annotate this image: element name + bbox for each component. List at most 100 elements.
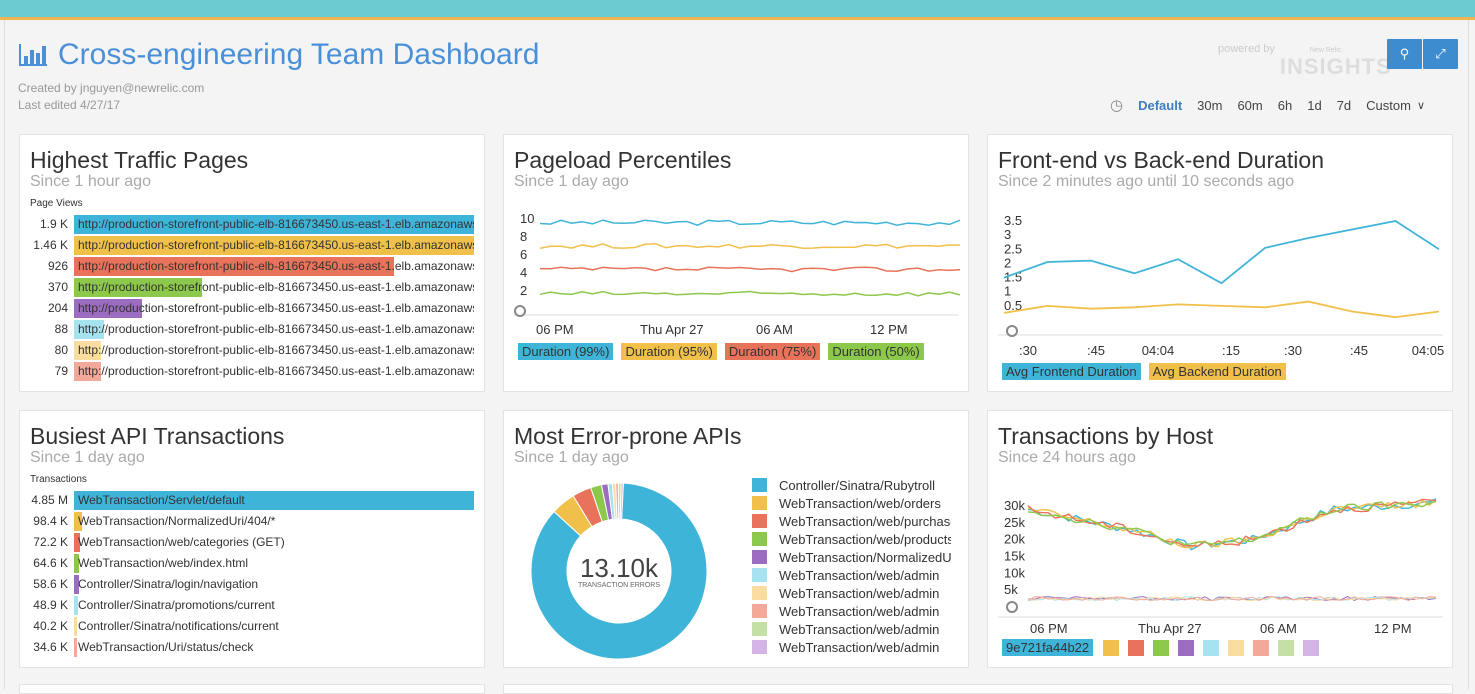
time-option-default[interactable]: Default <box>1138 98 1182 113</box>
time-option-1d[interactable]: 1d <box>1307 98 1321 113</box>
time-option-7d[interactable]: 7d <box>1337 98 1351 113</box>
legend-swatch <box>752 532 767 546</box>
row-value: 1.46 K <box>33 238 68 252</box>
time-option-custom[interactable]: Custom <box>1366 98 1411 113</box>
last-edited: Last edited 4/27/17 <box>18 98 121 112</box>
legend-swatch[interactable] <box>1203 639 1220 656</box>
row-label: WebTransaction/Servlet/default <box>78 493 245 507</box>
row-value: 370 <box>47 280 68 294</box>
y-tick-label: 15k <box>1004 549 1025 564</box>
panel-subtitle: Since 1 day ago <box>514 173 629 190</box>
legend-swatch[interactable] <box>1228 639 1245 656</box>
x-tick-label: 04:04 <box>1142 343 1175 358</box>
fullscreen-button[interactable]: ⤢ <box>1423 39 1458 69</box>
y-tick-label: 3.5 <box>1004 213 1022 228</box>
legend-swatch <box>752 604 767 618</box>
row-bar <box>74 617 78 636</box>
legend-item[interactable]: WebTransaction/web/admin <box>752 566 951 584</box>
legend-item[interactable]: Duration (50%) <box>828 343 924 360</box>
y-tick-label: 25k <box>1004 515 1025 530</box>
row-label: http://production-storefront-public-elb-… <box>78 301 474 315</box>
time-option-60m[interactable]: 60m <box>1237 98 1262 113</box>
transactions-host-chart: 30k 25k 20k 15k10k 5k 06 PM Thu Apr 27 06 AM 12 … <box>998 498 1443 636</box>
panel-subtitle: Since 2 minutes ago until 10 seconds ago <box>998 173 1295 190</box>
legend-item[interactable]: WebTransaction/web/admin <box>752 602 951 620</box>
legend-item[interactable]: Controller/Sinatra/Rubytroll <box>752 476 951 494</box>
row-value: 1.9 K <box>39 217 68 231</box>
legend-item[interactable]: WebTransaction/web/purchase <box>752 512 951 530</box>
panel-subtitle: Since 1 hour ago <box>30 173 151 190</box>
legend-item[interactable]: 9e721fa44b22 <box>1002 639 1094 656</box>
legend-item[interactable]: WebTransaction/web/orders <box>752 494 951 512</box>
donut-total: 13.10k <box>580 553 659 583</box>
legend-swatch[interactable] <box>1153 639 1170 656</box>
legend-item[interactable]: WebTransaction/web/products <box>752 530 951 548</box>
legend-swatch <box>752 514 767 528</box>
panel-title: Pageload Percentiles <box>514 147 732 173</box>
y-tick-label: 4 <box>520 265 527 280</box>
y-tick-label: 6 <box>520 247 527 262</box>
series-line <box>539 243 961 249</box>
legend-item[interactable]: Duration (95%) <box>621 343 717 360</box>
legend-swatch[interactable] <box>1128 639 1145 656</box>
panel-error-prone: Most Error-prone APIs Since 1 day ago 13… <box>503 410 969 668</box>
row-label: http://production-storefront-public-elb-… <box>78 343 474 357</box>
host-series-line <box>1027 498 1437 547</box>
row-label: WebTransaction/Uri/status/check <box>78 640 254 654</box>
y-tick-label: 1 <box>1004 284 1011 299</box>
legend-label: WebTransaction/web/products <box>779 531 951 547</box>
panel-title: Transactions by Host <box>998 423 1214 449</box>
backend-line <box>1003 300 1440 319</box>
powered-by-text: powered by <box>1218 43 1275 55</box>
chevron-down-icon[interactable]: ∨ <box>1417 99 1425 112</box>
x-tick-label: Thu Apr 27 <box>1138 621 1202 636</box>
x-tick-label: 06 PM <box>536 322 574 337</box>
row-value: 64.6 K <box>33 556 68 570</box>
legend-swatch[interactable] <box>1303 639 1320 656</box>
time-option-6h[interactable]: 6h <box>1278 98 1292 113</box>
y-tick-label: 2 <box>1004 255 1011 270</box>
row-bar <box>74 638 77 657</box>
panel-title: Most Error-prone APIs <box>514 423 742 449</box>
x-tick-label: :45 <box>1087 343 1105 358</box>
legend-swatch[interactable] <box>1278 639 1295 656</box>
row-label: Controller/Sinatra/login/navigation <box>78 577 259 591</box>
legend-item[interactable]: WebTransaction/web/admin <box>752 620 951 638</box>
legend-item[interactable]: WebTransaction/NormalizedUri <box>752 548 951 566</box>
row-value: 88 <box>54 322 68 336</box>
row-value: 48.9 K <box>33 598 68 612</box>
legend-swatch[interactable] <box>1253 639 1270 656</box>
pageload-chart: 10 8 6 4 2 06 PM Thu Apr 27 06 AM 12 PM <box>514 211 961 337</box>
y-tick-label: 30k <box>1004 498 1025 513</box>
legend-item[interactable]: Avg Backend Duration <box>1148 363 1286 380</box>
row-value: 58.6 K <box>33 577 68 591</box>
x-tick-label: 06 AM <box>756 322 793 337</box>
legend-item[interactable]: Duration (75%) <box>724 343 821 360</box>
time-option-30m[interactable]: 30m <box>1197 98 1222 113</box>
panel-transactions-host: Transactions by Host Since 24 hours ago … <box>987 410 1453 668</box>
legend-item[interactable]: WebTransaction/web/admin <box>752 638 951 656</box>
legend-item[interactable]: WebTransaction/web/admin <box>752 584 951 602</box>
legend-item[interactable]: Avg Frontend Duration <box>1002 363 1141 380</box>
row-value: 80 <box>54 343 68 357</box>
panel-pageload-percentiles: Pageload Percentiles Since 1 day ago 10 8… <box>503 134 969 392</box>
frontend-line <box>1003 220 1440 285</box>
row-value: 72.2 K <box>33 535 68 549</box>
legend-label: WebTransaction/web/admin <box>779 621 940 637</box>
legend-swatch[interactable] <box>1103 639 1120 656</box>
bar-chart-icon <box>19 44 47 66</box>
legend-item[interactable]: Duration (99%) <box>518 343 614 360</box>
legend-label: WebTransaction/web/admin <box>779 567 940 583</box>
lightbulb-button[interactable]: ⚲ <box>1387 39 1422 69</box>
time-range-picker: ◷ Default 30m 60m 6h 1d 7d Custom ∨ <box>1110 96 1440 114</box>
legend-label: WebTransaction/web/purchase <box>779 513 951 529</box>
column-label: Page Views <box>30 198 83 209</box>
x-tick-label: 04:05 <box>1412 343 1445 358</box>
panel-title: Highest Traffic Pages <box>30 147 249 173</box>
scrub-handle <box>1006 601 1018 613</box>
frontend-backend-chart: 3.532.521.510.5:30:45 04:04:15:30:45 04:05 <box>998 213 1445 358</box>
legend-label: Controller/Sinatra/Rubytroll <box>779 477 936 493</box>
legend-swatch[interactable] <box>1178 639 1195 656</box>
brand-small: New Relic. <box>1309 47 1344 54</box>
scrub-handle <box>514 305 526 317</box>
